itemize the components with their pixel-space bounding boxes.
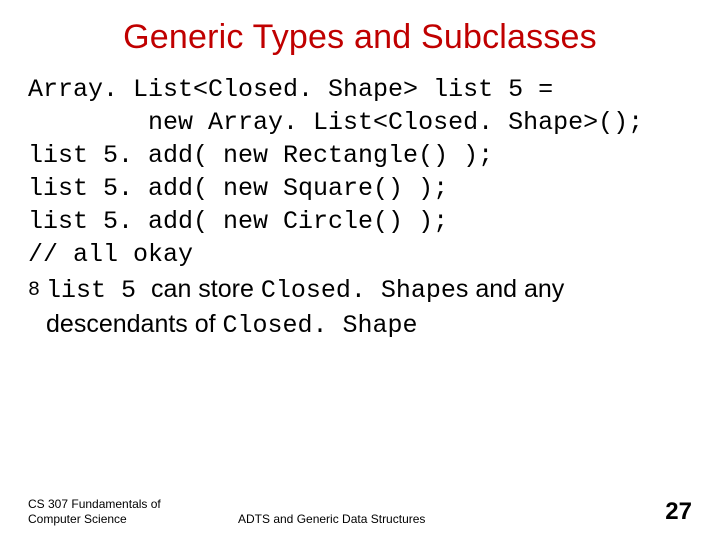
slide-title: Generic Types and Subclasses <box>28 18 692 57</box>
page-number: 27 <box>652 498 692 526</box>
slide: Generic Types and Subclasses Array. List… <box>0 0 720 540</box>
code-line-2: new Array. List<Closed. Shape>(); <box>28 108 643 137</box>
footer-center: ADTS and Generic Data Structures <box>198 512 652 526</box>
bullet-marker: 8 <box>28 279 40 303</box>
code-line-1: Array. List<Closed. Shape> list 5 = <box>28 75 553 104</box>
bullet-mono-2: Closed. Shape <box>261 276 456 305</box>
footer: CS 307 Fundamentals of Computer Science … <box>28 497 692 526</box>
code-block: Array. List<Closed. Shape> list 5 = new … <box>28 73 692 271</box>
footer-left: CS 307 Fundamentals of Computer Science <box>28 497 198 526</box>
bullet-item: 8 list 5 can store Closed. Shapes and an… <box>28 273 692 342</box>
code-line-6: // all okay <box>28 240 193 269</box>
code-line-4: list 5. add( new Square() ); <box>28 174 448 203</box>
bullet-mono-3: Closed. Shape <box>223 311 418 340</box>
code-line-3: list 5. add( new Rectangle() ); <box>28 141 493 170</box>
code-line-5: list 5. add( new Circle() ); <box>28 207 448 236</box>
bullet-mono-1: list 5 <box>46 276 151 305</box>
bullet-plain-1: can store <box>151 275 261 303</box>
bullet-text: list 5 can store Closed. Shapes and any … <box>46 273 692 342</box>
